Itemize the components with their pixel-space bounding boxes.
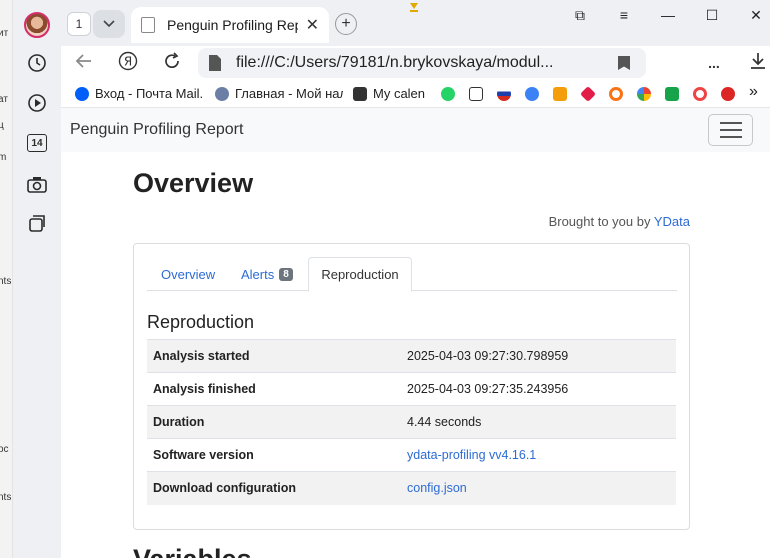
calendar-badge: 14: [27, 134, 47, 152]
close-tab-button[interactable]: ✕: [306, 15, 319, 35]
background-text: ос: [0, 444, 9, 455]
svg-text:Я: Я: [124, 54, 132, 68]
diamond-icon[interactable]: [580, 86, 596, 102]
mail-icon: [75, 86, 89, 101]
overview-card: Overview Alerts 8 Reproduction Reproduct…: [133, 243, 690, 530]
row-key: Analysis started: [147, 339, 401, 373]
screenshot-icon[interactable]: [24, 172, 50, 198]
circle-app-icon[interactable]: [609, 87, 623, 101]
table-row: Analysis finished 2025-04-03 09:27:35.24…: [147, 372, 676, 406]
history-icon[interactable]: [24, 50, 50, 76]
address-bar[interactable]: file:///C:/Users/79181/n.brykovskaya/mod…: [198, 48, 646, 78]
page-brand[interactable]: Penguin Profiling Report: [70, 121, 243, 139]
row-value: 2025-04-03 09:27:30.798959: [401, 339, 676, 373]
bookmarks-overflow-button[interactable]: »: [749, 83, 758, 101]
avatar[interactable]: [24, 12, 50, 38]
tab-counter[interactable]: 1: [67, 12, 91, 36]
table-row: Download configuration config.json: [147, 471, 676, 505]
table-row: Software version ydata-profiling vv4.16.…: [147, 438, 676, 472]
bookmark-mail[interactable]: Вход - Почта Mail.: [75, 86, 203, 101]
url-text[interactable]: file:///C:/Users/79181/n.brykovskaya/mod…: [236, 54, 608, 72]
navbar: Penguin Profiling Report: [61, 108, 770, 152]
yandex-icon: Я: [118, 51, 138, 76]
address-toolbar: Я file:///C:/Users/79181/n.brykovskaya/m…: [61, 46, 770, 80]
bookmarks-bar: Вход - Почта Mail. Главная - Мой нал My …: [61, 80, 770, 108]
arrow-left-icon: [75, 53, 93, 74]
calendar-icon[interactable]: 14: [24, 130, 50, 156]
download-icon: [750, 52, 766, 75]
brought-by: Brought to you by YData: [548, 214, 690, 229]
tax-icon: [215, 86, 229, 101]
variables-heading: Variables: [133, 544, 252, 558]
hamburger-icon: [719, 122, 742, 124]
flag-icon[interactable]: [497, 87, 511, 101]
software-version-link[interactable]: ydata-profiling vv4.16.1: [401, 438, 676, 472]
row-key: Software version: [147, 438, 401, 472]
alerts-count-badge: 8: [279, 268, 293, 281]
document-icon: [141, 17, 155, 33]
minimize-button[interactable]: —: [657, 4, 679, 26]
row-key: Duration: [147, 405, 401, 439]
bookmark-tax[interactable]: Главная - Мой нал: [215, 86, 343, 101]
menu-icon[interactable]: ≡: [613, 4, 635, 26]
table-row: Duration 4.44 seconds: [147, 405, 676, 439]
tab-reproduction[interactable]: Reproduction: [308, 257, 412, 292]
document-icon[interactable]: [469, 87, 483, 101]
background-text: m: [0, 152, 6, 163]
background-text: ц: [0, 120, 4, 131]
overview-tabs: Overview Alerts 8 Reproduction: [147, 257, 677, 292]
arrow-app-icon[interactable]: [525, 87, 539, 101]
reproduction-heading: Reproduction: [147, 312, 255, 332]
download-indicator-icon[interactable]: [408, 0, 420, 12]
background-window-edge: ит ат ц m nts ос nts: [0, 0, 13, 558]
bookmark-calendar[interactable]: My calen: [353, 86, 429, 101]
more-button[interactable]: ...: [701, 50, 727, 76]
bookmark-icon[interactable]: [618, 56, 630, 70]
tab-strip: 1 Penguin Profiling Report ✕ + ⧉ ≡ — ☐ ✕: [61, 0, 770, 46]
whatsapp-icon[interactable]: [441, 87, 455, 101]
ydata-link[interactable]: YData: [654, 214, 690, 229]
back-button[interactable]: [71, 50, 97, 76]
tab-title: Penguin Profiling Report: [167, 17, 298, 33]
google-icon[interactable]: [637, 87, 651, 101]
mail-app-icon[interactable]: [553, 87, 567, 101]
config-download-link[interactable]: config.json: [401, 471, 676, 505]
row-value: 4.44 seconds: [401, 405, 676, 439]
background-text: nts: [0, 276, 12, 287]
background-text: ит: [0, 28, 9, 39]
reproduction-table: Analysis started 2025-04-03 09:27:30.798…: [147, 339, 676, 505]
tab-alerts[interactable]: Alerts 8: [241, 267, 293, 282]
reload-icon: [163, 51, 181, 75]
close-window-button[interactable]: ✕: [745, 4, 767, 26]
reload-button[interactable]: [159, 50, 185, 76]
search-app-icon[interactable]: [693, 87, 707, 101]
background-text: ат: [0, 94, 8, 105]
tab-overview[interactable]: Overview: [161, 267, 215, 282]
file-icon: [208, 54, 224, 72]
collections-icon[interactable]: [24, 210, 50, 236]
row-value: 2025-04-03 09:27:35.243956: [401, 372, 676, 406]
overview-heading: Overview: [133, 168, 254, 198]
tab-list-button[interactable]: [93, 10, 125, 38]
background-text: nts: [0, 492, 12, 503]
chevron-down-icon: [103, 15, 115, 33]
navbar-toggle-button[interactable]: [708, 114, 753, 146]
new-tab-button[interactable]: +: [335, 13, 357, 35]
active-tab[interactable]: Penguin Profiling Report ✕: [131, 7, 329, 43]
row-key: Analysis finished: [147, 372, 401, 406]
yandex-button[interactable]: Я: [115, 50, 141, 76]
play-icon[interactable]: [24, 90, 50, 116]
maximize-button[interactable]: ☐: [701, 4, 723, 26]
downloads-button[interactable]: [745, 50, 770, 76]
calendar-app-icon: [353, 86, 367, 101]
table-app-icon[interactable]: [665, 87, 679, 101]
browser-sidebar: 14: [13, 0, 61, 558]
table-row: Analysis started 2025-04-03 09:27:30.798…: [147, 339, 676, 373]
page-content: Penguin Profiling Report Overview Brough…: [61, 108, 770, 558]
extensions-icon[interactable]: ⧉: [569, 4, 591, 26]
row-key: Download configuration: [147, 471, 401, 505]
check-app-icon[interactable]: [721, 87, 735, 101]
